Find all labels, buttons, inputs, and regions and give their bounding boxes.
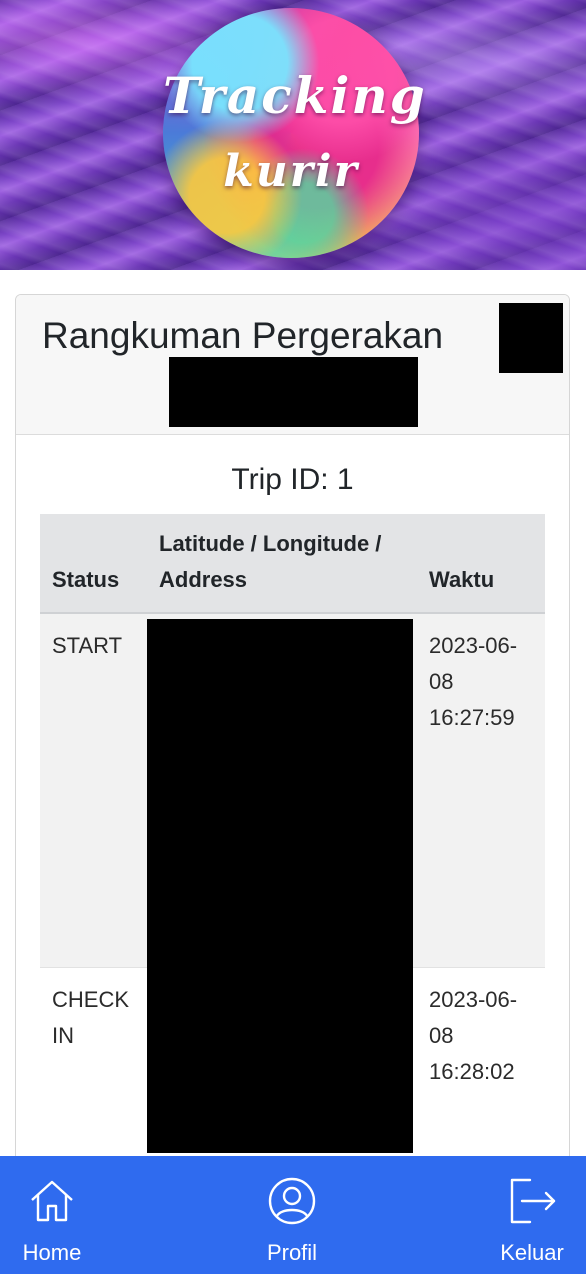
bottom-nav: Home Profil Keluar xyxy=(0,1156,586,1274)
nav-home-label: Home xyxy=(22,1240,82,1265)
movement-summary-card: Rangkuman Pergerakan Trip ID: 1 Status L… xyxy=(15,294,570,1194)
header-address: Latitude / Longitude / Address xyxy=(147,514,417,614)
card-title: Rangkuman Pergerakan xyxy=(42,315,444,356)
table-header-row: Status Latitude / Longitude / Address Wa… xyxy=(40,514,545,614)
nav-profil-button[interactable]: Profil xyxy=(252,1156,332,1274)
nav-keluar-button[interactable]: Keluar xyxy=(494,1156,570,1274)
trip-id: Trip ID: 1 xyxy=(231,463,354,496)
header-status: Status xyxy=(40,514,147,614)
banner-logo-orb xyxy=(163,8,419,258)
nav-profil-label: Profil xyxy=(266,1240,318,1265)
card-header: Rangkuman Pergerakan xyxy=(16,295,569,435)
banner-title-line2: kurir xyxy=(223,146,359,197)
cell-time: 2023-06-08 16:28:02 xyxy=(417,966,545,1187)
cell-status: CHECK IN xyxy=(40,966,147,1187)
cell-time: 2023-06-08 16:27:59 xyxy=(417,612,545,967)
home-icon xyxy=(31,1180,73,1222)
header-banner: Tracking kurir xyxy=(0,0,586,270)
nav-home-button[interactable]: Home xyxy=(12,1156,92,1274)
banner-title-line1: Tracking xyxy=(163,66,427,125)
redacted-block xyxy=(169,357,418,427)
redacted-block xyxy=(147,619,413,1153)
user-circle-icon xyxy=(268,1177,316,1225)
header-time: Waktu xyxy=(417,514,545,614)
nav-keluar-label: Keluar xyxy=(500,1240,564,1265)
logout-icon xyxy=(510,1178,556,1224)
cell-status: START xyxy=(40,612,147,967)
redacted-block xyxy=(499,303,563,373)
